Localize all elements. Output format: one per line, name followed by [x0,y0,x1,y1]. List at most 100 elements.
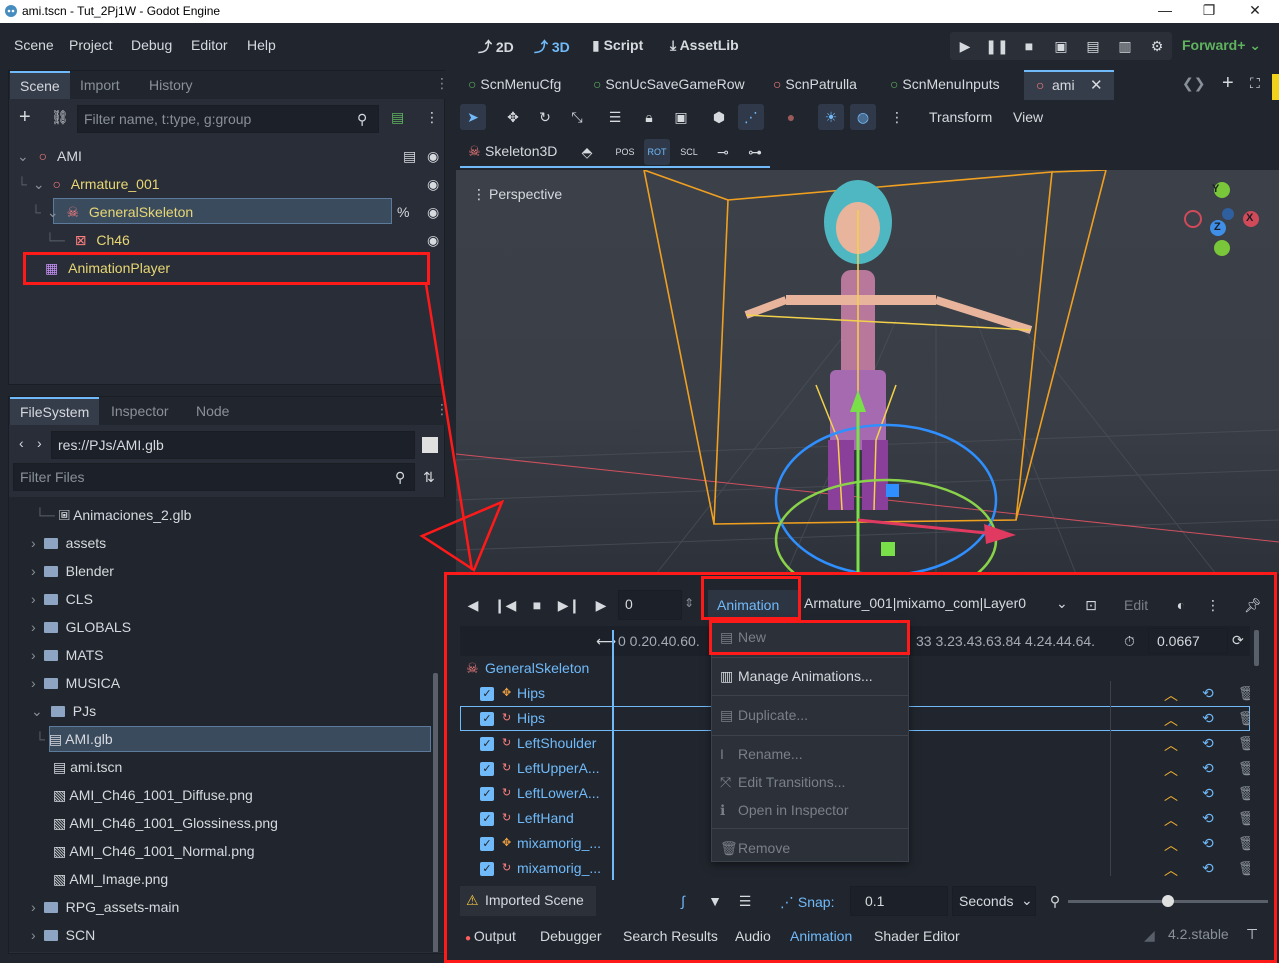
folder-item[interactable]: › CLS [31,585,93,613]
pause-icon[interactable]: ❚❚ [984,33,1010,59]
folder-item[interactable]: › MATS [31,641,104,669]
folder-item[interactable]: › GLOBALS [31,613,131,641]
maximize-button[interactable]: ❐ [1194,2,1224,19]
tab-import[interactable]: Import [80,77,120,93]
tab-scene[interactable]: Scene [10,71,70,99]
folder-item[interactable]: › RPG_assets-main [31,893,179,921]
sun-preview-icon[interactable]: ☀ [818,104,844,130]
rot-key-icon[interactable]: ROT [644,139,670,165]
tab-node[interactable]: Node [196,403,229,419]
play-scene-icon[interactable]: ▤ [1080,33,1106,59]
close-tab-icon[interactable]: ✕ [1090,76,1103,94]
scene-file-icon: ▤ [48,731,66,747]
filter-files-input[interactable]: Filter Files [13,463,415,491]
camera-icon[interactable]: ● [778,104,804,130]
mode-assetlib-button[interactable]: ⤓ AssetLib [670,37,739,54]
skeleton3d-menu[interactable]: Skeleton3D [485,143,557,159]
menu-project[interactable]: Project [69,37,113,53]
scale-tool-icon[interactable]: ⤡ [564,104,590,130]
file-item[interactable]: └─ 🞖 Animaciones_2.glb [35,501,191,529]
folder-item[interactable]: › assets [31,529,106,557]
menu-transform[interactable]: Transform [929,109,992,125]
menu-view[interactable]: View [1013,109,1043,125]
rotate-tool-icon[interactable]: ↻ [532,104,558,130]
tree-node-generalskeleton[interactable]: └ ⌄ ☠ GeneralSkeleton % ◉ [31,199,439,225]
mode-2d-button[interactable]: ⤴ 2D [478,37,514,57]
perspective-label[interactable]: Perspective [489,186,562,202]
tab-scnmenuinputs[interactable]: ○ ScnMenuInputs [890,76,1000,92]
tab-ami[interactable]: ○ ami ✕ [1024,70,1114,100]
close-window-button[interactable]: ✕ [1240,2,1270,19]
select-tool-icon[interactable]: ➤ [460,104,486,130]
folder-item[interactable]: › Blender [31,557,114,585]
renderer-selector[interactable]: Forward+ ⌄ [1182,37,1261,54]
add-node-icon[interactable]: + [19,107,31,127]
file-item[interactable]: ▤ ami.tscn [53,753,122,781]
remote-debug-icon[interactable]: ▣ [1048,33,1074,59]
lock-icon[interactable]: 🔒︎ [636,104,662,130]
scene-dock: Scene Import History ⋮ + ⛓ Filter name, … [8,70,449,385]
link-icon[interactable]: ⛓ [51,109,69,126]
visibility-eye-icon[interactable]: ◉ [427,227,439,253]
distraction-free-icon[interactable]: ⛶ [1250,75,1260,92]
3d-viewport[interactable]: Y X Z ⋮ Perspective [456,170,1279,574]
folder-item[interactable]: ⌄ PJs [31,697,96,725]
tree-node-ch46[interactable]: └─ ⊠ Ch46 ◉ [45,227,439,253]
tab-history[interactable]: History [149,77,193,93]
file-item-selected[interactable]: └ ▤ AMI.glb [35,725,113,753]
bone-options-icon[interactable]: ⊶ [742,139,768,165]
menu-editor[interactable]: Editor [191,37,228,53]
tab-scnmenucfg[interactable]: ○ ScnMenuCfg [468,76,561,92]
add-tab-icon[interactable]: + [1222,72,1234,95]
mode-script-button[interactable]: ▮ Script [592,37,643,54]
folder-icon [43,902,58,913]
local-space-icon[interactable]: ⬢ [706,104,732,130]
more-options-icon[interactable]: ⋮ [884,104,910,130]
tab-scnucsavegamerow[interactable]: ○ ScnUcSaveGameRow [593,76,745,92]
scene-options-icon[interactable]: ⋮ [425,109,439,126]
menu-debug[interactable]: Debug [131,37,172,53]
pos-key-icon[interactable]: POS [612,139,638,165]
folder-item[interactable]: › MUSICA [31,669,120,697]
tab-filesystem[interactable]: FileSystem [10,397,100,425]
file-item[interactable]: ▧ AMI_Ch46_1001_Normal.png [53,837,255,865]
menu-help[interactable]: Help [247,37,276,53]
forward-icon[interactable]: › [37,435,42,451]
folder-item[interactable]: › SCN [31,921,95,949]
scrollbar[interactable] [433,673,438,952]
minimize-button[interactable]: — [1150,2,1180,18]
visibility-eye-icon[interactable]: ◉ [427,143,439,169]
tab-inspector[interactable]: Inspector [111,403,169,419]
menu-scene[interactable]: Scene [14,37,54,53]
environment-preview-icon[interactable]: ◍ [850,104,876,130]
path-field[interactable]: res://PJs/AMI.glb [51,431,415,459]
back-icon[interactable]: ‹ [19,435,24,451]
play-icon[interactable]: ▶ [952,33,978,59]
stop-icon[interactable]: ■ [1016,33,1042,59]
scl-key-icon[interactable]: SCL [676,139,702,165]
tab-scnpatrulla[interactable]: ○ ScnPatrulla [773,76,857,92]
group-icon[interactable]: ▣ [668,104,694,130]
dock-menu-icon[interactable]: ⋮ [435,75,449,92]
tree-node-ami[interactable]: ⌄ ○ AMI ▤ ◉ [17,143,439,169]
viewport-menu-icon[interactable]: ⋮ [472,186,486,203]
mode-3d-button[interactable]: ⤴ 3D [534,37,570,57]
move-tool-icon[interactable]: ✥ [500,104,526,130]
key-insert-icon[interactable]: ⬘ [574,139,600,165]
play-custom-icon[interactable]: ▥ [1112,33,1138,59]
attach-script-icon[interactable]: ▤ [391,109,404,126]
tab-scroll-icon[interactable]: ❮❯ [1182,75,1205,92]
visibility-eye-icon[interactable]: ◉ [427,171,439,197]
file-item[interactable]: ▧ AMI_Ch46_1001_Diffuse.png [53,781,253,809]
search-icon: ⚲ [395,469,406,485]
movie-maker-icon[interactable]: ⚙ [1144,33,1170,59]
filesystem-dock: FileSystem Inspector Node ⋮ ‹ › res://PJ… [8,396,449,954]
snap-icon[interactable]: ⋰ [738,104,764,130]
file-item[interactable]: ▧ AMI_Ch46_1001_Glossiness.png [53,809,278,837]
scene-filter-input[interactable]: Filter name, t:type, g:group [77,105,379,133]
file-item[interactable]: ▧ AMI_Image.png [53,865,168,893]
tree-node-armature[interactable]: └ ⌄ ○ Armature_001 ◉ [17,171,439,197]
list-select-icon[interactable]: ☰ [602,104,628,130]
bone-reset-icon[interactable]: ⊸ [710,139,736,165]
visibility-eye-icon[interactable]: ◉ [427,199,439,225]
